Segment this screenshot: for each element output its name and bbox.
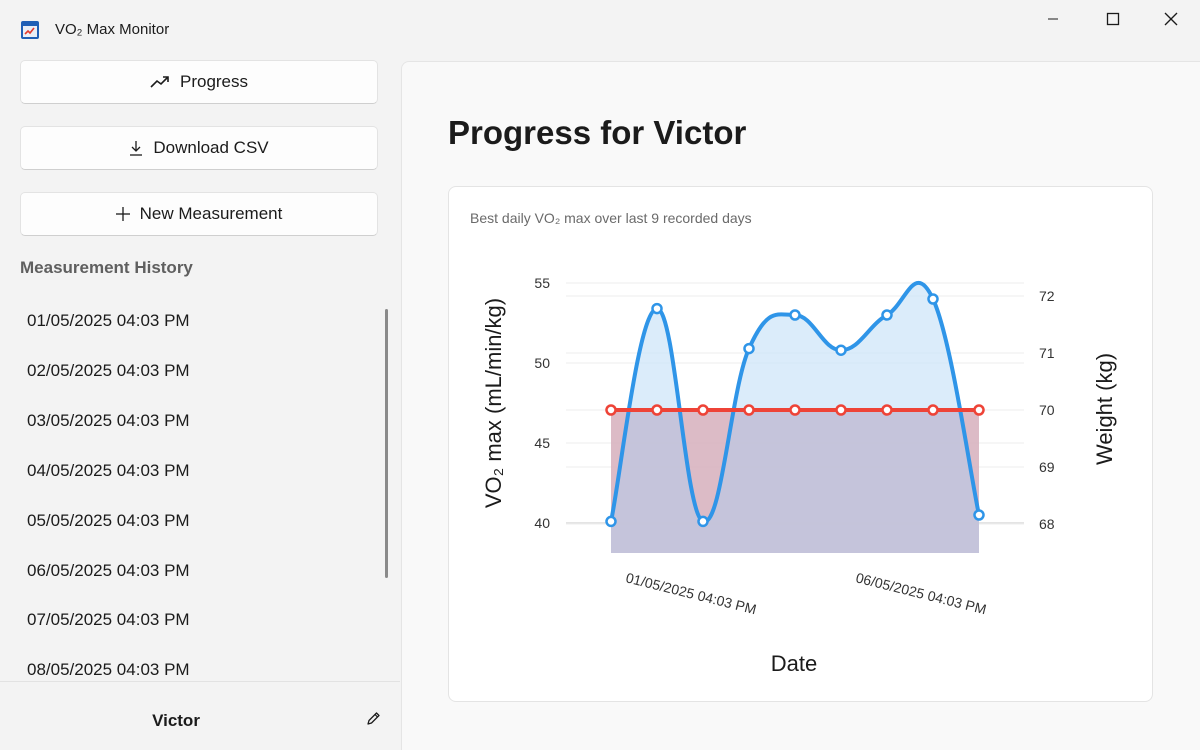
y-left-tick-label: 40 bbox=[534, 515, 550, 531]
x-tick-label: 06/05/2025 04:03 PM bbox=[854, 569, 988, 617]
vo2-data-point bbox=[789, 309, 801, 321]
vo2-data-point bbox=[973, 509, 985, 521]
history-item[interactable]: 07/05/2025 04:03 PM bbox=[27, 610, 190, 630]
weight-data-point bbox=[789, 404, 801, 416]
y-left-axis-label: VO₂ max (mL/min/kg) bbox=[481, 298, 506, 508]
y-right-tick-label: 69 bbox=[1039, 459, 1055, 475]
vo2-data-point bbox=[835, 344, 847, 356]
history-item[interactable]: 08/05/2025 04:03 PM bbox=[27, 660, 190, 680]
maximize-button[interactable] bbox=[1084, 0, 1142, 38]
vo2-data-point bbox=[743, 342, 755, 355]
history-item[interactable]: 05/05/2025 04:03 PM bbox=[27, 511, 190, 531]
chart-card: Best daily VO₂ max over last 9 recorded … bbox=[448, 186, 1153, 702]
plus-icon bbox=[115, 207, 130, 221]
history-item[interactable]: 01/05/2025 04:03 PM bbox=[27, 311, 190, 331]
weight-data-point bbox=[927, 404, 939, 416]
weight-data-point bbox=[605, 404, 617, 416]
y-right-tick-label: 68 bbox=[1039, 516, 1055, 532]
y-right-axis-label: Weight (kg) bbox=[1092, 353, 1117, 465]
vo2-data-point bbox=[881, 309, 893, 321]
download-icon bbox=[130, 141, 143, 156]
history-scrollbar[interactable] bbox=[385, 309, 388, 578]
pencil-icon bbox=[367, 712, 380, 725]
y-right-tick-label: 70 bbox=[1039, 402, 1055, 418]
vo2-data-point bbox=[605, 515, 617, 528]
weight-data-point bbox=[651, 404, 663, 416]
new-measurement-button-label: New Measurement bbox=[139, 204, 283, 223]
x-axis-label: Date bbox=[771, 651, 817, 676]
history-item[interactable]: 06/05/2025 04:03 PM bbox=[27, 561, 190, 581]
vo2-data-point bbox=[697, 515, 709, 528]
y-right-tick-label: 72 bbox=[1039, 288, 1055, 304]
history-item[interactable]: 02/05/2025 04:03 PM bbox=[27, 361, 190, 381]
footer-divider bbox=[0, 681, 400, 682]
y-left-tick-label: 45 bbox=[534, 435, 550, 451]
weight-data-point bbox=[697, 404, 709, 416]
page-title: Progress for Victor bbox=[448, 114, 747, 151]
maximize-icon bbox=[1106, 12, 1120, 26]
window-title: VO₂ Max Monitor bbox=[55, 21, 170, 38]
title-bar: VO₂ Max Monitor bbox=[0, 0, 1200, 60]
weight-data-point bbox=[973, 404, 985, 416]
progress-button[interactable]: Progress bbox=[20, 60, 378, 104]
progress-chart: 40 45 50 55 68 69 70 71 72 01/05/2025 04:03 PM 06/… bbox=[481, 275, 1117, 676]
vo2-data-point bbox=[927, 293, 939, 305]
minimize-icon bbox=[1048, 18, 1058, 20]
progress-button-label: Progress bbox=[179, 72, 249, 91]
app-icon bbox=[21, 21, 39, 39]
measurement-history-list[interactable]: 01/05/2025 04:03 PM 02/05/2025 04:03 PM … bbox=[0, 296, 385, 681]
y-left-tick-label: 50 bbox=[534, 355, 550, 371]
overlap-fill bbox=[611, 410, 979, 553]
new-measurement-button[interactable]: New Measurement bbox=[20, 192, 378, 236]
history-item[interactable]: 04/05/2025 04:03 PM bbox=[27, 461, 190, 481]
y-right-tick-label: 71 bbox=[1039, 345, 1055, 361]
download-csv-button-label: Download CSV bbox=[153, 138, 269, 157]
y-left-tick-label: 55 bbox=[534, 275, 550, 291]
user-name: Victor bbox=[152, 711, 200, 730]
weight-data-point bbox=[881, 404, 893, 416]
vo2-data-point bbox=[651, 302, 663, 315]
weight-data-point bbox=[743, 404, 755, 416]
minimize-button[interactable] bbox=[1024, 0, 1082, 38]
measurement-history-header: Measurement History bbox=[20, 258, 193, 277]
trending-up-icon bbox=[150, 76, 169, 88]
edit-user-button[interactable] bbox=[362, 708, 384, 730]
history-item[interactable]: 03/05/2025 04:03 PM bbox=[27, 411, 190, 431]
close-button[interactable] bbox=[1142, 0, 1200, 38]
sidebar: Progress Download CSV New Measurement Me… bbox=[0, 60, 400, 750]
download-csv-button[interactable]: Download CSV bbox=[20, 126, 378, 170]
close-icon bbox=[1164, 12, 1178, 26]
x-tick-label: 01/05/2025 04:03 PM bbox=[624, 569, 758, 617]
main-panel: Progress for Victor Best daily VO₂ max o… bbox=[401, 61, 1200, 750]
weight-data-point bbox=[835, 404, 847, 416]
